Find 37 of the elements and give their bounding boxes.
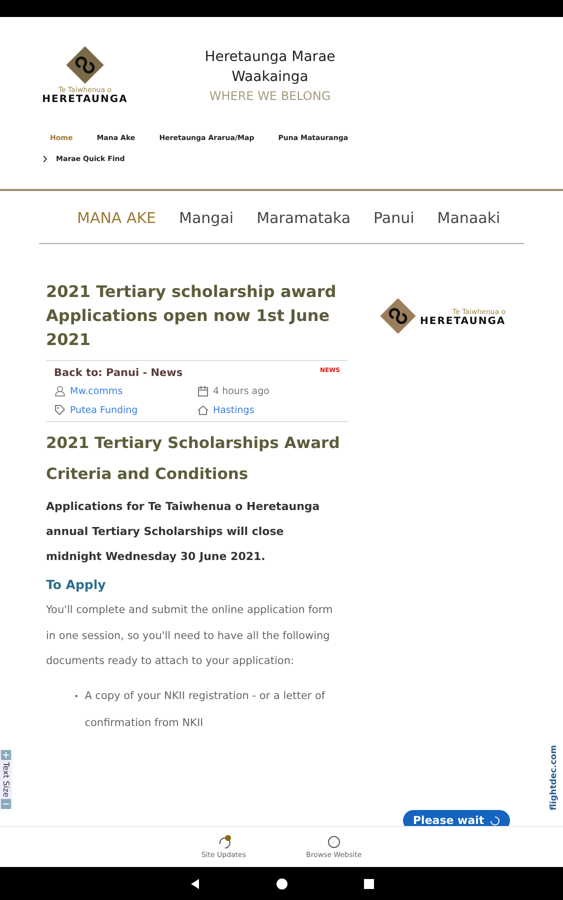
nav-link[interactable]: Maramataka [256, 209, 351, 243]
subheading: To Apply [46, 577, 107, 592]
recents-icon [362, 878, 374, 890]
bullet-marker: • [74, 690, 79, 702]
meta-text: 4 hours ago [213, 386, 270, 396]
calendar-icon [197, 385, 209, 397]
compass-icon [326, 835, 341, 849]
section-heading: 2021 Tertiary Scholarships Award Criteria and Conditions [46, 433, 341, 485]
home-icon [276, 878, 288, 890]
nav-link[interactable]: Panui [374, 209, 414, 243]
intro-paragraph: Applications for Te Taiwhenua o Heretaunga annual Tertiary Scholarships will close midnight Wednesday 30 June 2021. [46, 499, 321, 565]
back-icon [188, 878, 200, 890]
nav-link[interactable]: MANA AKE [77, 209, 156, 243]
tag-icon [54, 404, 66, 416]
nav-link[interactable]: Manaaki [437, 209, 500, 243]
house-icon [197, 404, 209, 416]
meta-link[interactable]: Hastings [213, 404, 254, 416]
logo-wordmark: HERETAUNGA [42, 94, 128, 104]
site-tagline: WHERE WE BELONG [209, 89, 331, 103]
brand-label: flightdec.com [548, 745, 560, 810]
refresh-icon [216, 835, 231, 849]
text-size-label: Text Size [2, 761, 10, 800]
article-title: 2021 Tertiary scholarship award Applications open now 1st June 2021 [46, 281, 338, 351]
plus-icon [1, 750, 11, 760]
back-link[interactable]: Back to: Panui - News [54, 367, 183, 379]
meta-link[interactable]: Mw.comms [70, 386, 123, 396]
body-paragraph: You'll complete and submit the online application form in one session, so you'll need to have all the following documents ready to attach to your application: [46, 603, 334, 669]
minus-icon [1, 799, 11, 810]
bullet-item: A copy of your NKII registration - or a letter of confirmation from NKII [84, 688, 326, 730]
chevron-right-icon [42, 154, 48, 162]
logo-wordmark: HERETAUNGA [420, 316, 506, 326]
meta-link[interactable]: Putea Funding [70, 404, 138, 416]
nav-link[interactable]: Mangai [179, 209, 234, 243]
text-size-widget[interactable]: Text Size [0, 750, 12, 810]
site-title: Heretaunga Marae Waakainga [204, 48, 336, 87]
person-icon [54, 385, 66, 397]
please-wait-button[interactable]: Please wait [403, 810, 510, 826]
